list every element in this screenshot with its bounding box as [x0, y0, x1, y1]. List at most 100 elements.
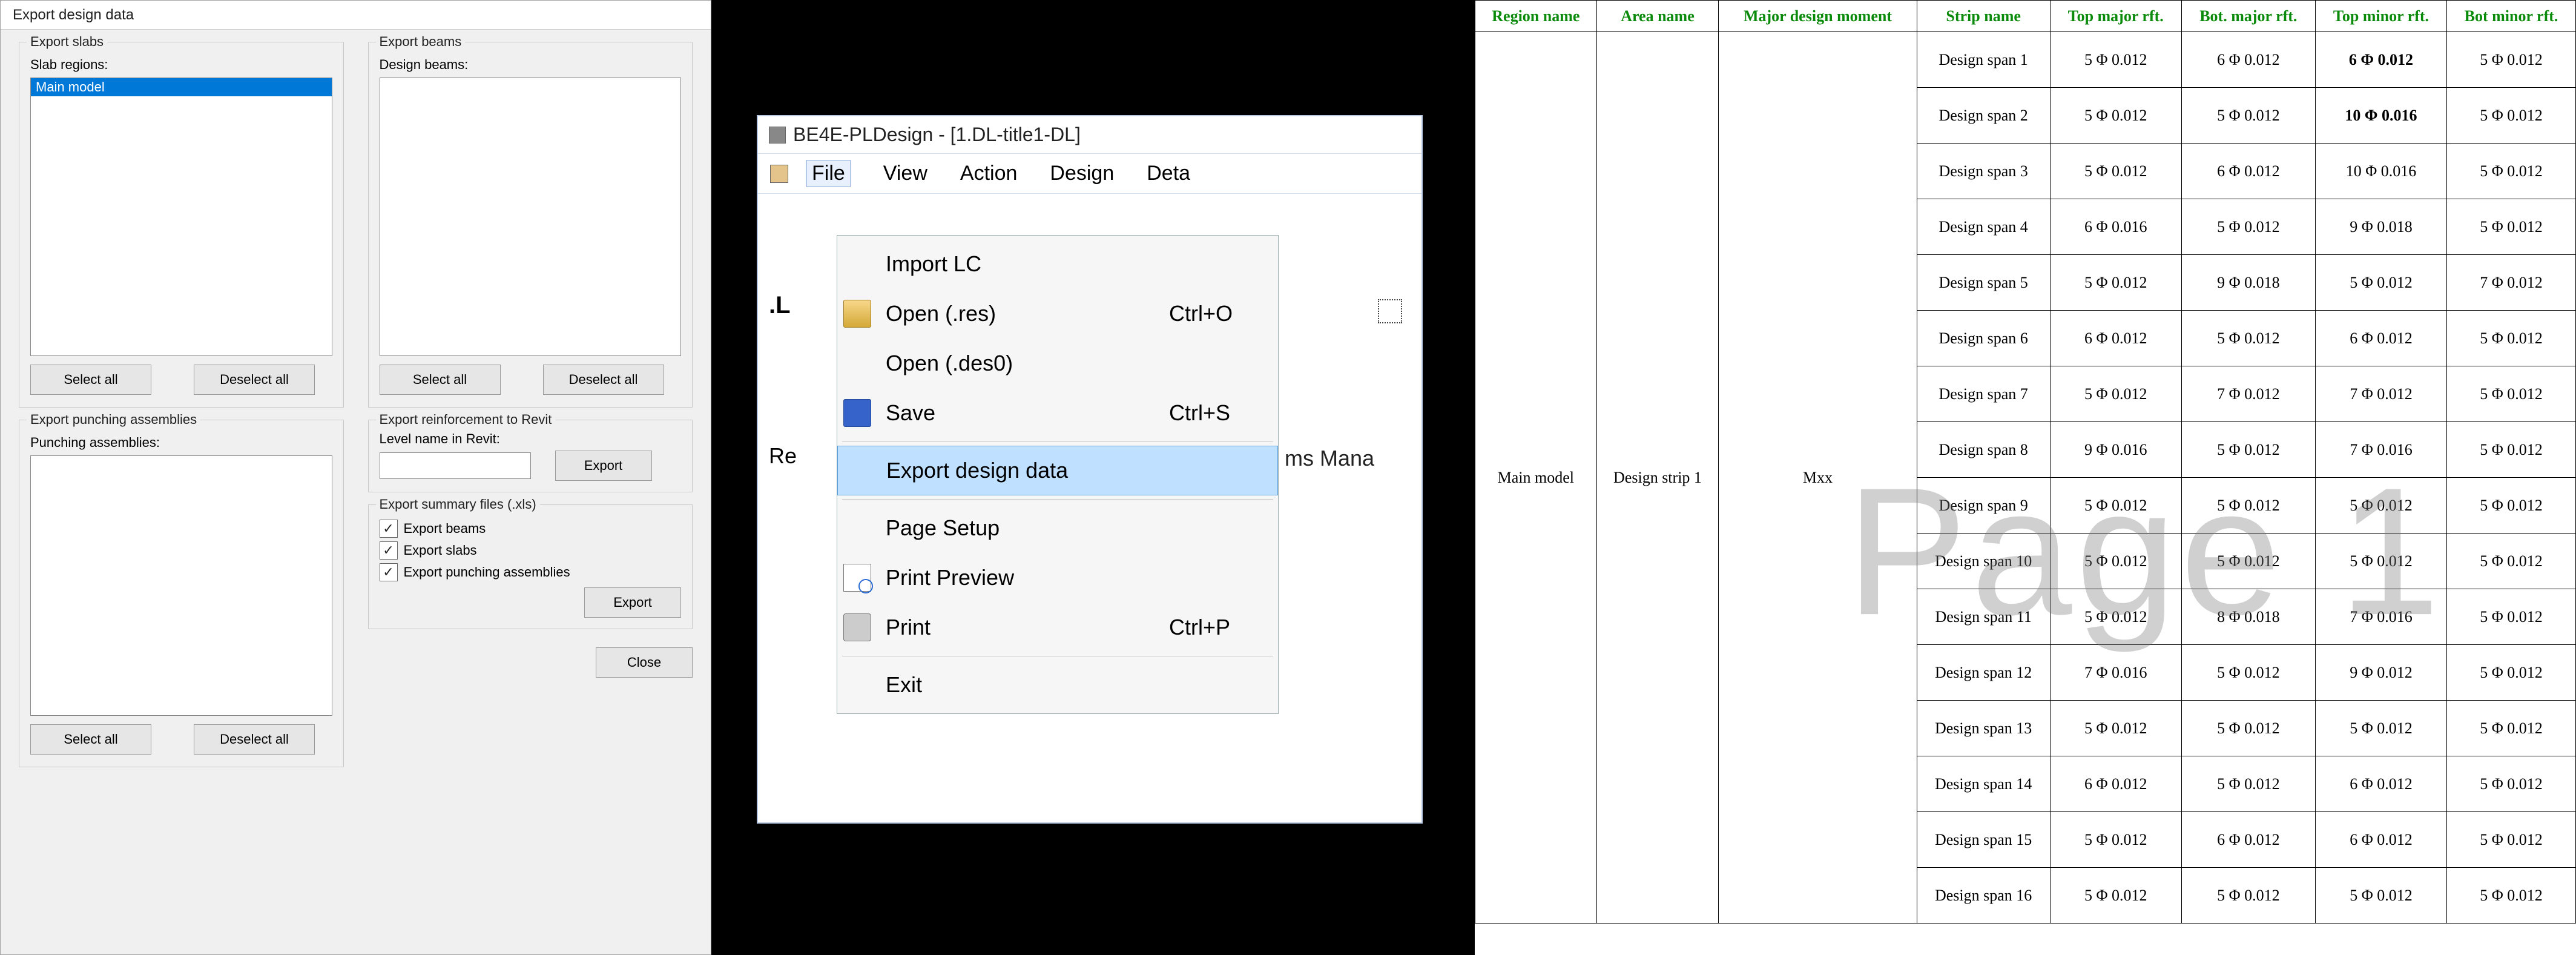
cell-bot-minor: 5 Φ 0.012 [2447, 144, 2576, 199]
menu-item-print[interactable]: Print Ctrl+P [837, 603, 1278, 652]
cell-top-major: 5 Φ 0.012 [2050, 589, 2181, 645]
select-all-slabs-button[interactable]: Select all [30, 365, 151, 395]
window-title-bar: BE4E-PLDesign - [1.DL-title1-DL] [758, 116, 1421, 153]
cell-top-major: 5 Φ 0.012 [2050, 255, 2181, 311]
menu-item-label: Import LC [886, 251, 1169, 277]
list-item[interactable]: Main model [31, 78, 332, 96]
menu-item-label: Exit [886, 672, 1169, 698]
cell-top-minor: 5 Φ 0.012 [2315, 534, 2446, 589]
group-export-slabs: Export slabs Slab regions: Main model Se… [19, 42, 344, 408]
right-groups-container: Export reinforcement to Revit Level name… [368, 420, 693, 767]
cell-top-major: 5 Φ 0.012 [2050, 32, 2181, 88]
selection-box-icon[interactable] [1377, 298, 1403, 325]
menu-design[interactable]: Design [1050, 162, 1114, 185]
menu-item-label: Print [886, 615, 1169, 640]
cell-top-minor: 6 Φ 0.012 [2315, 311, 2446, 366]
toolbar-right-icons [1377, 298, 1403, 325]
listbox-design-beams[interactable] [380, 78, 682, 356]
cell-bot-minor: 5 Φ 0.012 [2447, 311, 2576, 366]
checkbox-export-punching[interactable] [380, 563, 398, 581]
menu-separator [842, 499, 1273, 500]
th-strip-name: Strip name [1917, 1, 2050, 32]
file-menu-dropdown: Import LC Open (.res) Ctrl+O Open (.des0… [837, 235, 1279, 714]
cell-bot-major: 5 Φ 0.012 [2181, 534, 2315, 589]
cell-bot-major: 8 Φ 0.018 [2181, 589, 2315, 645]
toolbar-fragment-lt: .L [769, 292, 791, 319]
menu-bar: File View Action Design Deta [758, 153, 1421, 194]
label-punching-assemblies: Punching assemblies: [30, 435, 332, 451]
cell-bot-minor: 5 Φ 0.012 [2447, 756, 2576, 812]
listbox-punching[interactable] [30, 455, 332, 716]
menu-item-import-lc[interactable]: Import LC [837, 239, 1278, 289]
cell-top-major: 6 Φ 0.016 [2050, 199, 2181, 255]
system-box-icon[interactable] [770, 165, 788, 183]
cell-bot-major: 6 Φ 0.012 [2181, 32, 2315, 88]
menu-item-save[interactable]: Save Ctrl+S [837, 388, 1278, 438]
menu-item-export-design-data[interactable]: Export design data [837, 446, 1278, 495]
blank-icon [843, 250, 871, 278]
th-major-moment: Major design moment [1719, 1, 1917, 32]
cell-strip: Design span 10 [1917, 534, 2050, 589]
legend-export-slabs: Export slabs [27, 34, 107, 50]
dialog-title: Export design data [1, 1, 711, 30]
listbox-slab-regions[interactable]: Main model [30, 78, 332, 356]
cell-strip: Design span 8 [1917, 422, 2050, 478]
select-all-beams-button[interactable]: Select all [380, 365, 501, 395]
menu-deta[interactable]: Deta [1147, 162, 1190, 185]
th-region-name: Region name [1475, 1, 1597, 32]
cell-top-major: 5 Φ 0.012 [2050, 88, 2181, 144]
cell-strip: Design span 6 [1917, 311, 2050, 366]
menu-item-exit[interactable]: Exit [837, 660, 1278, 710]
group-export-summary: Export summary files (.xls) Export beams… [368, 504, 693, 629]
menu-view[interactable]: View [883, 162, 927, 185]
checkbox-label-export-beams: Export beams [404, 521, 486, 537]
label-design-beams: Design beams: [380, 57, 682, 73]
menu-item-label: Open (.des0) [886, 351, 1169, 376]
menu-item-page-setup[interactable]: Page Setup [837, 503, 1278, 553]
cell-top-minor: 10 Φ 0.016 [2315, 88, 2446, 144]
th-area-name: Area name [1596, 1, 1719, 32]
cell-strip: Design span 9 [1917, 478, 2050, 534]
cell-bot-minor: 5 Φ 0.012 [2447, 478, 2576, 534]
printer-icon [843, 613, 871, 641]
th-bot-major-rft: Bot. major rft. [2181, 1, 2315, 32]
cell-top-major: 5 Φ 0.012 [2050, 812, 2181, 868]
cell-strip: Design span 14 [1917, 756, 2050, 812]
cell-top-major: 6 Φ 0.012 [2050, 311, 2181, 366]
export-revit-button[interactable]: Export [555, 451, 652, 481]
cell-strip: Design span 15 [1917, 812, 2050, 868]
cell-top-major: 5 Φ 0.012 [2050, 868, 2181, 924]
menu-item-print-preview[interactable]: Print Preview [837, 553, 1278, 603]
group-export-beams: Export beams Design beams: Select all De… [368, 42, 693, 408]
menu-file[interactable]: File [806, 160, 851, 187]
menu-item-label: Print Preview [886, 565, 1169, 590]
blank-icon [843, 514, 871, 542]
checkbox-export-beams[interactable] [380, 520, 398, 538]
menu-item-open-des0[interactable]: Open (.des0) [837, 339, 1278, 388]
table-row: Main modelDesign strip 1MxxDesign span 1… [1475, 32, 2576, 88]
export-summary-button[interactable]: Export [584, 587, 681, 618]
cell-bot-minor: 5 Φ 0.012 [2447, 645, 2576, 701]
deselect-all-slabs-button[interactable]: Deselect all [194, 365, 315, 395]
cell-strip: Design span 7 [1917, 366, 2050, 422]
deselect-all-punching-button[interactable]: Deselect all [194, 724, 315, 755]
cell-bot-major: 5 Φ 0.012 [2181, 88, 2315, 144]
cell-bot-minor: 7 Φ 0.012 [2447, 255, 2576, 311]
cell-bot-minor: 5 Φ 0.012 [2447, 701, 2576, 756]
select-all-punching-button[interactable]: Select all [30, 724, 151, 755]
cell-top-major: 5 Φ 0.012 [2050, 701, 2181, 756]
level-name-revit-input[interactable] [380, 452, 531, 479]
cell-bot-minor: 5 Φ 0.012 [2447, 88, 2576, 144]
cell-top-minor: 7 Φ 0.016 [2315, 422, 2446, 478]
menu-action[interactable]: Action [960, 162, 1018, 185]
cell-top-major: 5 Φ 0.012 [2050, 534, 2181, 589]
checkbox-export-slabs[interactable] [380, 541, 398, 560]
menu-item-label: Save [886, 400, 1169, 426]
group-export-punching: Export punching assemblies Punching asse… [19, 420, 344, 767]
deselect-all-beams-button[interactable]: Deselect all [543, 365, 664, 395]
cell-top-minor: 5 Φ 0.012 [2315, 255, 2446, 311]
label-slab-regions: Slab regions: [30, 57, 332, 73]
menu-item-open-res[interactable]: Open (.res) Ctrl+O [837, 289, 1278, 339]
menu-item-shortcut: Ctrl+O [1169, 301, 1272, 326]
close-button[interactable]: Close [596, 647, 693, 678]
